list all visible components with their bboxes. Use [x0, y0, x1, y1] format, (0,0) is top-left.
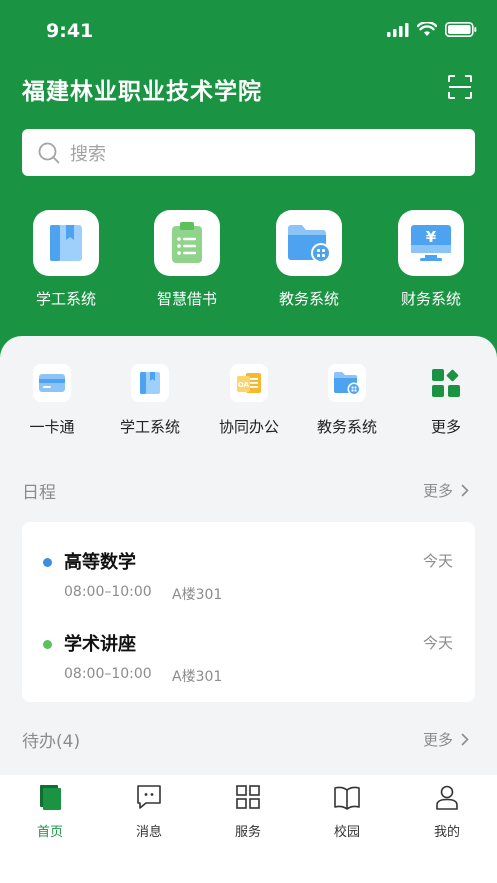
schedule-item-when: 今天: [422, 552, 453, 570]
open-book-icon: [334, 786, 360, 810]
clipboard-list-icon: [172, 222, 202, 263]
sub-tile: OA: [230, 364, 268, 402]
quick-action-label: 智慧借书: [156, 290, 217, 308]
more-label: 更多: [422, 482, 453, 500]
sub-tile: [328, 364, 366, 402]
schedule-card: 高等数学 今天 08:00–10:00 A楼301 学术讲座 今天 08:00–…: [22, 522, 475, 702]
quick-action-jiaowu[interactable]: 教务系统: [249, 210, 369, 309]
chevron-right-icon: [461, 733, 469, 746]
schedule-item-when: 今天: [422, 634, 453, 652]
quick-action-caiwu[interactable]: ¥ 财务系统: [371, 210, 491, 309]
sub-action-card[interactable]: 一卡通: [2, 364, 102, 437]
schedule-item-room: A楼301: [172, 669, 223, 685]
sub-action-label: 学工系统: [119, 418, 180, 436]
search-icon: [38, 142, 60, 163]
tab-home[interactable]: 首页: [20, 783, 80, 840]
status-icons: [387, 22, 477, 37]
quick-tile: [154, 210, 220, 276]
folder-grid-icon: [334, 372, 361, 396]
schedule-item[interactable]: 高等数学 今天 08:00–10:00 A楼301: [22, 544, 475, 614]
folder-grid-icon: [288, 225, 331, 263]
wifi-icon: [417, 22, 437, 36]
sub-tile: [33, 364, 71, 402]
sub-action-oa[interactable]: OA 协同办公: [199, 364, 299, 437]
sub-action-label: 更多: [430, 418, 461, 436]
schedule-dot: [43, 640, 52, 649]
grid-icon: [236, 785, 260, 809]
schedule-dot: [43, 558, 52, 567]
sub-action-jiaowu[interactable]: 教务系统: [297, 364, 397, 437]
todo-header: 待办(4) 更多: [22, 727, 475, 752]
svg-text:OA: OA: [238, 381, 250, 389]
schedule-more-link[interactable]: 更多: [423, 480, 469, 501]
status-time: 9:41: [46, 20, 94, 42]
tab-label: 服务: [234, 825, 261, 840]
search-input[interactable]: 搜索: [22, 129, 475, 176]
title-row: 福建林业职业技术学院: [22, 70, 475, 106]
user-icon: [436, 785, 458, 810]
sub-tile: [131, 364, 169, 402]
tab-label: 校园: [333, 825, 360, 840]
tab-services[interactable]: 服务: [218, 783, 278, 840]
battery-icon: [445, 22, 477, 37]
tab-label: 首页: [36, 825, 63, 840]
chevron-right-icon: [461, 484, 469, 497]
quick-action-xuegong[interactable]: 学工系统: [6, 210, 126, 309]
schedule-item-room: A楼301: [172, 587, 223, 603]
schedule-item-time: 08:00–10:00: [64, 584, 152, 600]
quick-action-label: 财务系统: [400, 290, 461, 308]
sub-action-xuegong[interactable]: 学工系统: [100, 364, 200, 437]
sub-action-label: 一卡通: [29, 418, 75, 436]
content-panel: 一卡通 学工系统 OA 协同办公 教务系统 更多 日程 更多 高等数学 今天 0…: [0, 336, 497, 776]
search-placeholder: 搜索: [70, 143, 106, 165]
quick-action-borrow[interactable]: 智慧借书: [127, 210, 247, 309]
schedule-item-time: 08:00–10:00: [64, 666, 152, 682]
schedule-item[interactable]: 学术讲座 今天 08:00–10:00 A楼301: [22, 626, 475, 696]
scan-icon[interactable]: [447, 74, 473, 100]
message-icon: [137, 785, 161, 809]
sub-action-more[interactable]: 更多: [396, 364, 496, 437]
tab-messages[interactable]: 消息: [119, 783, 179, 840]
quick-tile: [276, 210, 342, 276]
schedule-title: 日程: [22, 483, 56, 503]
sub-actions: 一卡通 学工系统 OA 协同办公 教务系统 更多: [0, 364, 497, 444]
quick-action-label: 学工系统: [35, 290, 96, 308]
tab-campus[interactable]: 校园: [317, 783, 377, 840]
page-title: 福建林业职业技术学院: [22, 79, 262, 105]
quick-action-label: 教务系统: [278, 290, 339, 308]
tab-label: 消息: [135, 825, 162, 840]
todo-more-link[interactable]: 更多: [423, 729, 469, 750]
quick-actions: 学工系统 智慧借书 教务系统 ¥ 财务系统: [0, 210, 497, 320]
book-icon: [140, 372, 160, 394]
todo-title: 待办(4): [22, 732, 81, 752]
apps-grid-icon: [432, 369, 460, 397]
signal-icon: [387, 22, 409, 37]
oa-document-icon: OA: [237, 373, 261, 393]
tab-bar: 首页 消息 服务 校园 我的: [0, 775, 497, 883]
home-icon: [40, 785, 61, 810]
sub-action-label: 协同办公: [218, 418, 279, 436]
schedule-header: 日程 更多: [22, 478, 475, 503]
sub-tile: [427, 364, 465, 402]
quick-tile: ¥: [398, 210, 464, 276]
card-icon: [39, 374, 65, 392]
tab-label: 我的: [433, 825, 460, 840]
tab-profile[interactable]: 我的: [417, 783, 477, 840]
schedule-item-title: 学术讲座: [64, 634, 136, 655]
book-icon: [50, 225, 82, 261]
quick-tile: [33, 210, 99, 276]
more-label: 更多: [422, 731, 453, 749]
svg-text:¥: ¥: [426, 228, 437, 246]
status-bar: 9:41: [0, 0, 497, 60]
sub-action-label: 教务系统: [316, 418, 377, 436]
schedule-item-title: 高等数学: [64, 552, 136, 573]
monitor-yuan-icon: ¥: [411, 225, 451, 261]
